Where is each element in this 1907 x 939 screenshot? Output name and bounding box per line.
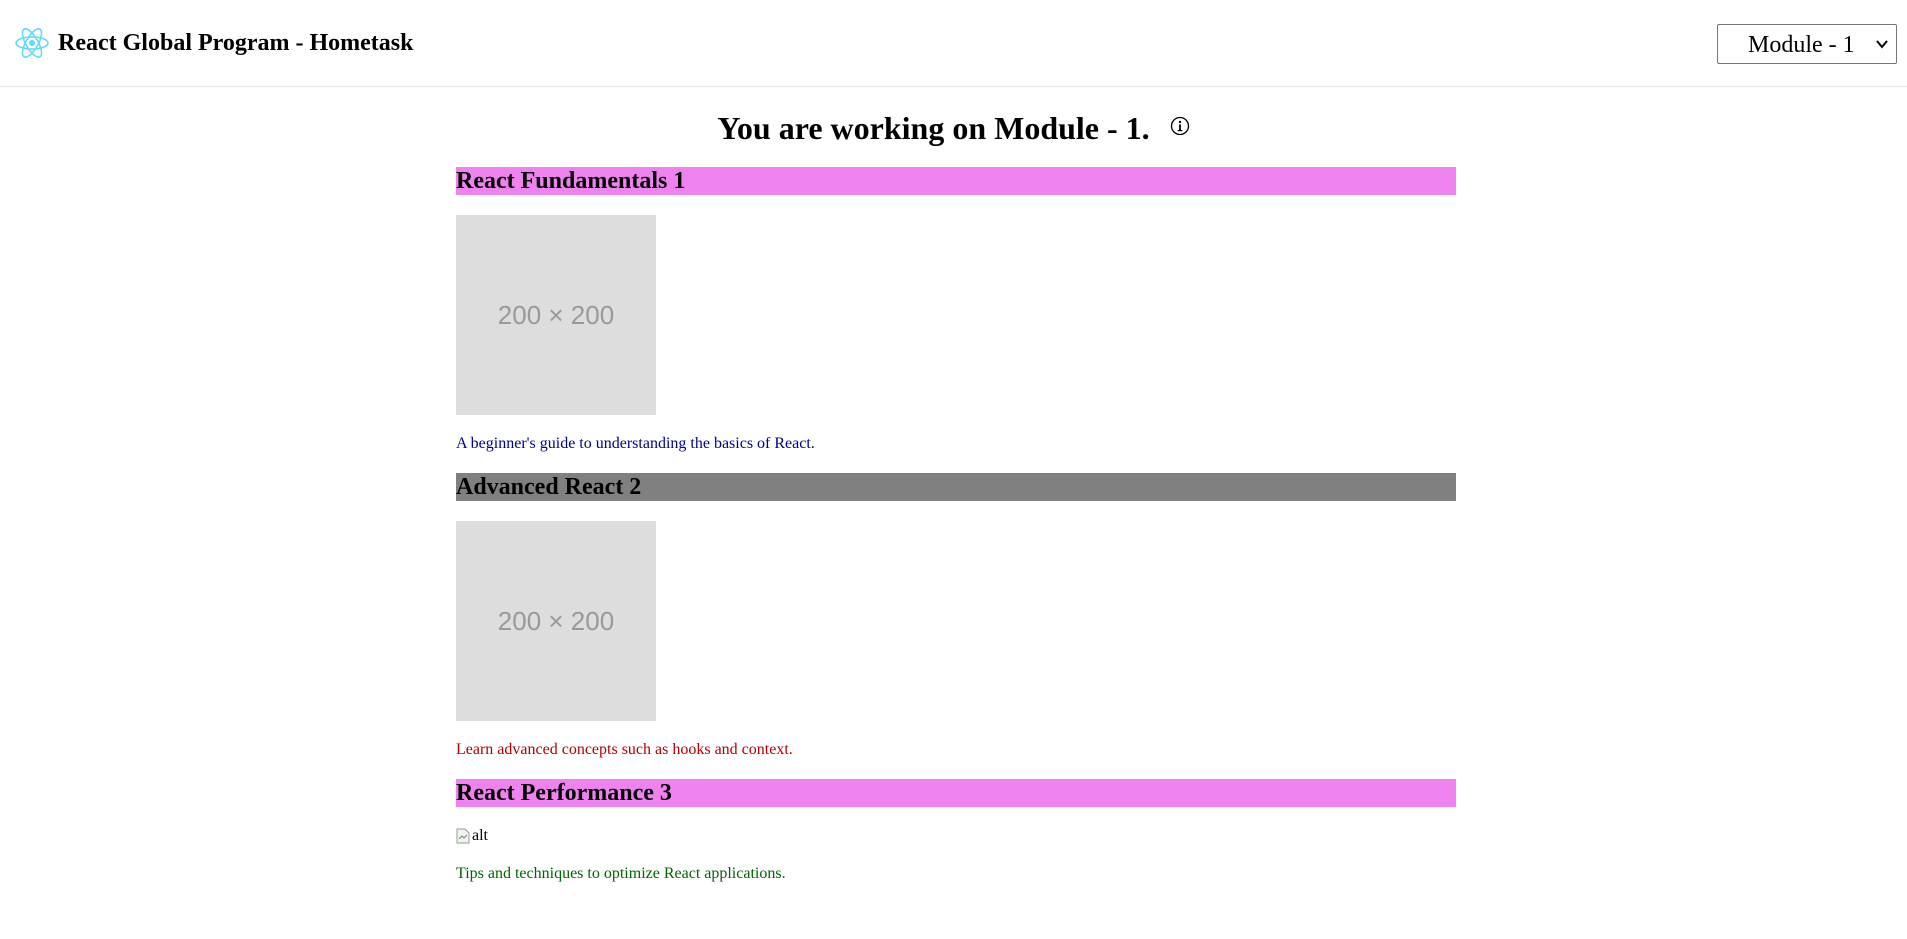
course-image: 200 × 200: [456, 521, 656, 721]
course-card: Advanced React 2 200 × 200 Learn advance…: [456, 473, 1456, 759]
chevron-down-icon: [1876, 40, 1888, 49]
app-header: React Global Program - Hometask Module -…: [0, 0, 1907, 87]
image-alt-text: alt: [472, 827, 488, 844]
info-circle-icon[interactable]: [1170, 116, 1190, 136]
course-image: 200 × 200: [456, 215, 656, 415]
course-card: React Performance 3 alt Tips and techniq…: [456, 779, 1456, 883]
course-description: Tips and techniques to optimize React ap…: [456, 865, 786, 882]
module-select[interactable]: Module - 1: [1717, 24, 1897, 64]
page-title: You are working on Module - 1.: [717, 110, 1150, 146]
course-description: A beginner's guide to understanding the …: [456, 435, 815, 452]
app-title: React Global Program - Hometask: [58, 30, 414, 56]
module-select-value: Module - 1: [1748, 32, 1855, 58]
page-title-row: You are working on Module - 1.: [0, 108, 1907, 148]
react-atom-icon: [15, 28, 49, 58]
course-title: Advanced React 2: [456, 473, 1456, 501]
course-image-label: 200 × 200: [497, 606, 615, 636]
course-title: React Performance 3: [456, 779, 1456, 807]
broken-image-icon: [456, 828, 470, 844]
course-image-broken: alt: [456, 827, 1456, 845]
course-description: Learn advanced concepts such as hooks an…: [456, 741, 793, 758]
course-title: React Fundamentals 1: [456, 167, 1456, 195]
course-image-label: 200 × 200: [497, 300, 615, 330]
course-card: React Fundamentals 1 200 × 200 A beginne…: [456, 167, 1456, 453]
